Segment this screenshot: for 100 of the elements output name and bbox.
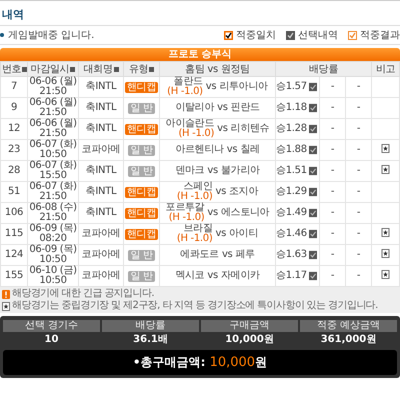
- summary-label: 적중 예상금액: [300, 320, 397, 332]
- away-team: 에스토니아: [220, 208, 270, 218]
- home-team: 브라질: [183, 224, 212, 234]
- checkbox[interactable]: [308, 229, 317, 239]
- vs-text: vs: [215, 229, 226, 239]
- checkbox[interactable]: [308, 82, 317, 92]
- summary-label: 배당률: [102, 320, 199, 332]
- handicap-text: (H -1.0): [168, 213, 204, 223]
- sort-icon[interactable]: [149, 66, 154, 72]
- odds-value: 승1.18: [276, 103, 307, 113]
- away-team: 불가리아: [220, 166, 260, 176]
- home-team: 아르헨티나: [175, 145, 224, 155]
- handicap-text: (H -1.0): [176, 192, 212, 202]
- table-title: 프로토 승부식: [0, 48, 400, 61]
- vs-text: vs: [206, 82, 216, 92]
- table-cell: 06-07 (화) 10:50: [28, 140, 78, 160]
- away-team: 아이티: [229, 229, 258, 239]
- type-badge: 핸디캡: [124, 82, 158, 92]
- sort-icon[interactable]: [70, 66, 76, 72]
- type-badge: 일 반: [128, 166, 155, 176]
- table-cell: -: [346, 202, 372, 224]
- checkbox[interactable]: [308, 124, 317, 134]
- home-team: 포르투갈: [166, 203, 204, 213]
- table-cell: 106: [0, 202, 28, 224]
- table-cell: -: [320, 98, 346, 118]
- sort-icon[interactable]: [22, 66, 28, 72]
- table-cell: -: [320, 118, 346, 140]
- away-team: 자메이카: [220, 271, 260, 281]
- table-cell: -: [346, 140, 372, 160]
- type-badge: 일 반: [128, 250, 155, 260]
- home-team: 에콰도르: [180, 250, 219, 260]
- table-cell: 축INTL: [78, 160, 124, 182]
- home-team: 폴란드: [174, 77, 203, 87]
- summary-value: 10,000원: [224, 333, 275, 347]
- summary-label: 선택 경기수: [3, 320, 100, 332]
- away-team: 페루: [235, 250, 255, 260]
- type-badge: 핸디캡: [124, 124, 158, 134]
- table-cell: 115: [0, 224, 28, 244]
- vs-text: vs: [207, 271, 218, 281]
- legend-checkbox-icon: [286, 30, 295, 40]
- odds-value: 승1.88: [276, 145, 307, 155]
- exclamation-icon: [2, 290, 10, 298]
- away-team: 리투아니아: [219, 82, 268, 92]
- handicap-text: (H -1.0): [176, 234, 212, 244]
- type-badge: 핸디캡: [124, 208, 158, 218]
- total-unit: 원: [255, 355, 268, 369]
- table-cell: 축INTL: [78, 202, 124, 224]
- bullet-icon: [0, 33, 4, 37]
- table-cell: 코파아메: [78, 140, 124, 160]
- type-badge: 일 반: [128, 102, 155, 114]
- table-cell: -: [346, 182, 372, 202]
- table-cell: 12: [0, 118, 28, 140]
- note-text: 해당경기는 중립경기장 및 제2구장, 타 지역 등 경기장소에 특이사항이 있는 경기입니다.: [12, 300, 378, 312]
- table-cell: 7: [0, 76, 28, 98]
- table-cell: 축INTL: [78, 76, 124, 98]
- total-amount: 10,000: [210, 355, 256, 370]
- table-cell: -: [320, 244, 346, 266]
- checkbox[interactable]: [308, 187, 317, 197]
- handicap-text: (H -1.0): [178, 129, 214, 139]
- odds-value: 승1.63: [276, 250, 307, 260]
- table-cell: 코파아메: [78, 244, 124, 266]
- checkbox[interactable]: [308, 145, 317, 155]
- checkbox[interactable]: [308, 208, 317, 218]
- home-team: 스페인: [183, 182, 212, 192]
- legend-checkbox-icon: [348, 30, 357, 40]
- table-cell: -: [320, 76, 346, 98]
- table-cell: -: [346, 98, 372, 118]
- table-cell: 06-06 (월) 21:50: [28, 118, 78, 140]
- table-cell: -: [320, 160, 346, 182]
- legend-label: 선택내역: [298, 29, 338, 42]
- vs-text: vs: [217, 124, 228, 134]
- legend-label: 적중일치: [236, 29, 276, 42]
- table-cell: -: [320, 224, 346, 244]
- vs-text: vs: [207, 208, 218, 218]
- legend-label: 적중결과: [360, 29, 400, 42]
- table-cell: 축INTL: [78, 118, 124, 140]
- checkbox[interactable]: [308, 166, 317, 176]
- checkbox[interactable]: [308, 250, 317, 260]
- checkbox[interactable]: [308, 103, 317, 113]
- type-badge: 핸디캡: [124, 228, 158, 240]
- home-team: 아이슬란드: [166, 119, 214, 129]
- table-cell: 06-06 (월) 21:50: [28, 98, 78, 118]
- summary-value: 361,000원: [320, 333, 378, 347]
- table-cell: -: [346, 244, 372, 266]
- checkbox[interactable]: [308, 271, 317, 281]
- away-team: 조지아: [229, 187, 258, 197]
- page-title: 내역: [1, 7, 25, 23]
- odds-value: 승1.57: [276, 82, 307, 92]
- odds-value: 승1.49: [276, 208, 307, 218]
- vs-text: vs: [207, 166, 218, 176]
- sort-icon[interactable]: [114, 66, 119, 72]
- table-cell: -: [346, 76, 372, 98]
- table-cell: -: [320, 202, 346, 224]
- summary-value: 36.1배: [132, 333, 169, 347]
- table-cell: -: [346, 224, 372, 244]
- vs-text: vs: [222, 250, 232, 260]
- table-cell: -: [346, 160, 372, 182]
- table-cell: 51: [0, 182, 28, 202]
- table-cell: 06-06 (월) 21:50: [28, 76, 78, 98]
- table-cell: -: [320, 140, 346, 160]
